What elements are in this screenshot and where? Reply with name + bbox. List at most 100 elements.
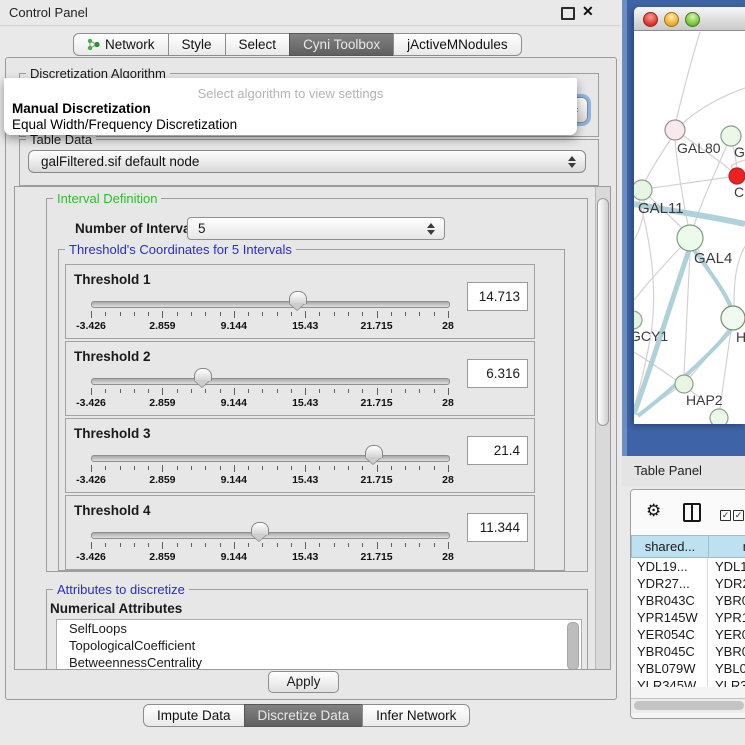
slider-tick xyxy=(234,465,235,472)
slider-tick-label: 9.144 xyxy=(221,551,247,563)
attributes-list-scrollbar[interactable] xyxy=(567,622,579,670)
table-hscrollbar-thumb[interactable] xyxy=(634,701,744,710)
settings-scrollbar-thumb[interactable] xyxy=(597,198,609,426)
slider-tick xyxy=(291,466,292,470)
slider-tick xyxy=(191,312,192,316)
slider-tick xyxy=(262,389,263,393)
threshold-value-field[interactable]: 14.713 xyxy=(467,282,528,311)
cell-name: YDR2 xyxy=(708,575,745,592)
slider-tick-label: -3.426 xyxy=(76,551,106,563)
cell-shared-name: YBR045C xyxy=(631,643,708,660)
top-tabbar: Network Style Select Cyni ToolboxjActiveMNo… xyxy=(73,33,522,56)
network-node-label: HAP2 xyxy=(686,392,723,408)
table-row[interactable]: YBR043CYBR0 xyxy=(631,592,745,609)
threshold-slider-thumb[interactable] xyxy=(365,445,383,458)
slider-tick xyxy=(120,543,121,547)
popup-option-manual-discretization[interactable]: Manual Discretization xyxy=(12,101,151,116)
attribute-list-item[interactable]: TopologicalCoefficient xyxy=(57,637,581,654)
slider-tick xyxy=(105,389,106,393)
apply-button[interactable]: Apply xyxy=(268,671,339,693)
network-canvas[interactable]: GAL80GACGAL11GAL4GCY1HAHAP2 xyxy=(634,31,745,424)
threshold-value-field[interactable]: 21.4 xyxy=(467,436,528,465)
split-panel-icon[interactable] xyxy=(683,503,701,522)
slider-tick xyxy=(334,543,335,547)
table-row[interactable]: YPR145WYPR1 xyxy=(631,609,745,626)
slider-tick-label: 2.859 xyxy=(149,397,175,409)
table-row[interactable]: YLR345WYLR3 xyxy=(631,677,745,687)
table-row[interactable]: YER054CYER0 xyxy=(631,626,745,643)
settings-scrollbar[interactable] xyxy=(595,187,610,669)
threshold-label: Threshold 2 xyxy=(74,349,151,364)
combo-arrows-icon xyxy=(568,156,576,168)
table-row[interactable]: YDR27...YDR2 xyxy=(631,575,745,592)
table-row[interactable]: YBR045CYBR0 xyxy=(631,643,745,660)
threshold-slider-track[interactable] xyxy=(91,455,450,462)
popup-option-equal-width-frequency[interactable]: Equal Width/Frequency Discretization xyxy=(12,117,237,132)
select-columns-checkbox-icon-2[interactable]: ✓ xyxy=(733,510,744,521)
column-header-shared-name[interactable]: shared... xyxy=(631,535,709,558)
zoom-traffic-light-icon[interactable] xyxy=(685,12,700,27)
slider-tick xyxy=(362,543,363,547)
attribute-list-item[interactable]: SelfLoops xyxy=(57,620,581,637)
table-panel-titlebar: Table Panel xyxy=(622,456,745,486)
slider-tick xyxy=(434,312,435,316)
slider-tick xyxy=(191,389,192,393)
threshold-slider-thumb[interactable] xyxy=(194,368,212,381)
minimize-traffic-light-icon[interactable] xyxy=(664,12,679,27)
tab-network[interactable]: Network xyxy=(73,33,169,56)
close-panel-icon[interactable]: ✕ xyxy=(582,3,594,20)
network-node-label: HA xyxy=(736,329,745,345)
slider-tick-label: -3.426 xyxy=(76,320,106,332)
num-intervals-spinner[interactable]: 5 xyxy=(187,217,445,240)
table-row[interactable]: YDL19...YDL1 xyxy=(631,558,745,575)
slider-tick xyxy=(134,543,135,547)
slider-tick-label: 28 xyxy=(442,397,454,409)
table-data-combo[interactable]: galFiltered.sif default node xyxy=(28,150,586,173)
slider-tick xyxy=(91,542,92,549)
slider-tick xyxy=(134,466,135,470)
tab-label: Select xyxy=(239,34,277,55)
slider-tick-label: -3.426 xyxy=(76,397,106,409)
slider-tick-label: 21.715 xyxy=(361,551,393,563)
table-hscrollbar[interactable] xyxy=(631,698,745,713)
tab-discretize-data[interactable]: Discretize Data xyxy=(244,704,364,727)
threshold-slider-thumb[interactable] xyxy=(251,522,269,535)
select-columns-checkbox-icon[interactable]: ✓ xyxy=(720,510,731,521)
threshold-label: Threshold 4 xyxy=(74,503,151,518)
slider-tick xyxy=(162,388,163,395)
tab-label: Style xyxy=(182,34,212,55)
slider-tick xyxy=(148,543,149,547)
tab-style[interactable]: Style xyxy=(168,33,226,56)
slider-tick xyxy=(134,312,135,316)
table-settings-gear-icon[interactable]: ⚙ xyxy=(646,501,661,521)
tab-impute-data[interactable]: Impute Data xyxy=(143,704,245,727)
slider-tick xyxy=(405,543,406,547)
tab-infer-network[interactable]: Infer Network xyxy=(362,704,470,727)
float-panel-icon[interactable] xyxy=(561,7,575,20)
threshold-slider-track[interactable] xyxy=(91,378,450,385)
slider-tick xyxy=(148,312,149,316)
table-row[interactable]: YBL079WYBL0 xyxy=(631,660,745,677)
tab-select[interactable]: Select xyxy=(225,33,291,56)
close-traffic-light-icon[interactable] xyxy=(643,12,658,27)
numerical-attributes-list[interactable]: SelfLoopsTopologicalCoefficientBetweenne… xyxy=(56,619,582,670)
slider-tick xyxy=(348,466,349,470)
column-header-name[interactable]: name xyxy=(709,535,745,558)
tab-cyni-toolbox[interactable]: Cyni Toolbox xyxy=(289,33,394,56)
threshold-value-field[interactable]: 6.316 xyxy=(467,359,528,388)
threshold-value-field[interactable]: 11.344 xyxy=(467,513,528,542)
slider-tick xyxy=(248,543,249,547)
threshold-slider-track[interactable] xyxy=(91,301,450,308)
slider-tick xyxy=(148,389,149,393)
slider-tick xyxy=(405,312,406,316)
threshold-slider-track[interactable] xyxy=(91,532,450,539)
slider-tick xyxy=(120,389,121,393)
threshold-slider-thumb[interactable] xyxy=(289,291,307,304)
network-node xyxy=(677,225,703,251)
attribute-list-item[interactable]: BetweennessCentrality xyxy=(57,654,581,670)
slider-tick xyxy=(234,311,235,318)
network-frame-highlight xyxy=(622,0,627,456)
network-edge xyxy=(681,88,745,125)
slider-tick xyxy=(362,389,363,393)
tab-jactivemnodules[interactable]: jActiveMNodules xyxy=(393,33,522,56)
